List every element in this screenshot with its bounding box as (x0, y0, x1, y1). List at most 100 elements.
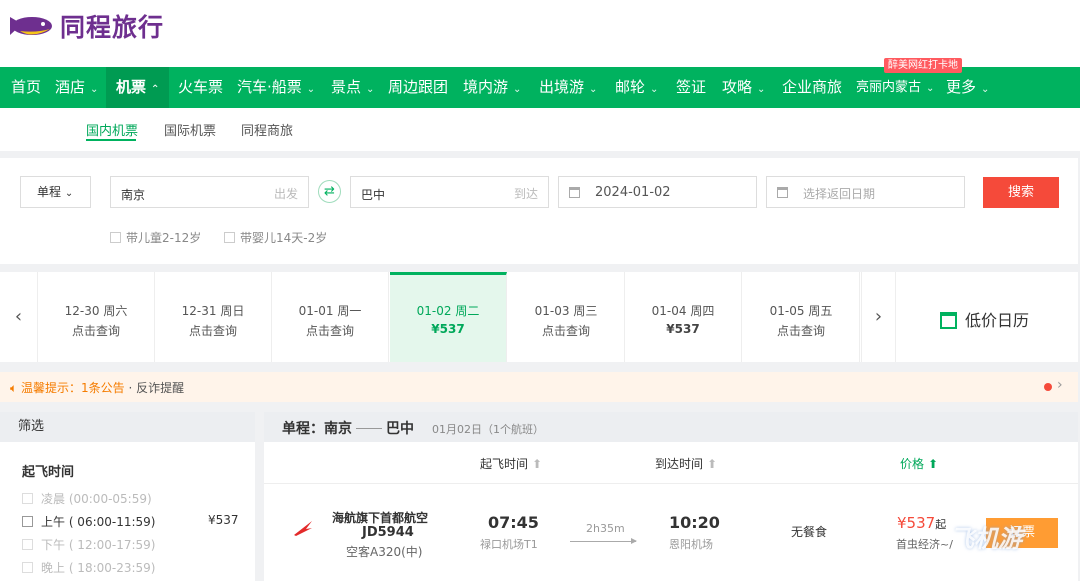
to-city-input[interactable]: 巴中 到达 (350, 176, 549, 208)
calendar-icon (569, 187, 580, 198)
from-city-input[interactable]: 南京 出发 (110, 176, 309, 208)
nav-business-travel[interactable]: 企业商旅 (782, 67, 842, 108)
date-cell[interactable]: 01-01 周一 点击查询 (272, 272, 389, 362)
chevron-down-icon: ⌄ (981, 84, 990, 95)
sort-by-arrive[interactable]: 到达时间 ⬆ (655, 455, 717, 472)
flying-fish-logo-icon (10, 17, 52, 35)
chevron-down-icon: ⌄ (650, 84, 659, 95)
flight-duration: 2h35m (586, 522, 625, 535)
nav-flights[interactable]: 机票 ⌃ (106, 67, 170, 108)
sort-bar: 起飞时间 ⬆ 到达时间 ⬆ 价格 ⬆ (264, 442, 1078, 484)
time-slot-checkbox: 凌晨 (00:00-05:59) (22, 490, 152, 507)
flight-search-panel: 单程 ⌄ 南京 出发 ⇄ 巴中 到达 2024-01-02 选择返回日期 搜索 … (0, 158, 1078, 264)
depart-date-value: 2024-01-02 (595, 185, 671, 200)
chevron-down-icon: ⌄ (306, 84, 316, 95)
arrow-up-icon: ⬆ (532, 457, 543, 471)
time-slot-checkbox[interactable]: 上午 ( 06:00-11:59) (22, 513, 156, 530)
date-cell[interactable]: 01-05 周五 点击查询 (743, 272, 860, 362)
chevron-down-icon: ⌄ (513, 84, 522, 95)
from-city-hint: 出发 (273, 187, 298, 201)
chevron-down-icon: ⌄ (64, 188, 74, 199)
nav-home[interactable]: 首页 (11, 67, 41, 108)
nav-bus-ship[interactable]: 汽车·船票 ⌄ (237, 67, 315, 108)
tab-domestic-flights[interactable]: 国内机票 (86, 120, 138, 139)
date-cell[interactable]: 01-03 周三 点击查询 (508, 272, 625, 362)
low-price-calendar-button[interactable]: 低价日历 (940, 307, 1029, 331)
notice-link[interactable]: 🔈︎ 温馨提示：1条公告 · 反诈提醒 (10, 379, 184, 396)
nav-hotel[interactable]: 酒店 ⌄ (55, 67, 98, 108)
chevron-right-icon[interactable]: › (1057, 377, 1063, 393)
watermark: 飞机游 (950, 525, 1022, 553)
nav-inner-mongolia[interactable]: 亮丽内蒙古 ⌄ (856, 67, 934, 108)
aircraft-type[interactable]: 空客A320(中) (346, 543, 422, 560)
flight-results: 单程：南京 巴中 01月02日（1个航班） 起飞时间 ⬆ 到达时间 ⬆ 价格 ⬆ 海航旗… (264, 412, 1078, 581)
nav-outbound-tours[interactable]: 出境游 ⌄ (539, 67, 597, 108)
date-cell[interactable]: 12-30 周六 点击查询 (38, 272, 155, 362)
chevron-down-icon: ⌄ (589, 84, 598, 95)
flight-number: JD5944 (362, 525, 414, 540)
time-slot-price: ¥537 (208, 513, 239, 527)
chevron-down-icon: ⌄ (366, 84, 375, 95)
filter-heading: 筛选 (0, 412, 255, 442)
depart-time-filter-title: 起飞时间 (22, 465, 75, 480)
notice-bar: 🔈︎ 温馨提示：1条公告 · 反诈提醒 › (0, 372, 1078, 402)
to-city-hint: 到达 (513, 187, 538, 201)
nav-cruise[interactable]: 邮轮 ⌄ (615, 67, 658, 108)
arrive-time: 10:20 (669, 513, 720, 532)
active-tab-indicator (86, 139, 136, 141)
brand-name: 同程旅行 (60, 13, 165, 42)
time-slot-checkbox: 晚上 ( 18:00-23:59) (22, 559, 156, 576)
swap-cities-icon[interactable]: ⇄ (318, 180, 341, 203)
chevron-up-icon: ⌃ (151, 84, 160, 95)
chevron-right-icon[interactable]: › (861, 272, 896, 362)
return-date-input[interactable]: 选择返回日期 (766, 176, 965, 208)
date-cell[interactable]: 01-04 周四 ¥537 (625, 272, 742, 362)
meal-info: 无餐食 (791, 525, 828, 539)
results-header: 单程：南京 巴中 01月02日（1个航班） (264, 412, 1078, 442)
chevron-down-icon: ⌄ (90, 84, 99, 95)
depart-airport: 禄口机场T1 (480, 538, 538, 551)
chevron-down-icon: ⌄ (757, 84, 766, 95)
nav-attractions[interactable]: 景点 ⌄ (331, 67, 374, 108)
nav-more[interactable]: 更多 ⌄ (946, 67, 989, 108)
infant-checkbox[interactable]: 带婴儿14天-2岁 (224, 229, 327, 246)
date-selector: ‹ 12-30 周六 点击查询 12-31 周日 点击查询 01-01 周一 点击查询… (0, 272, 1078, 362)
sort-by-depart[interactable]: 起飞时间 ⬆ (480, 455, 542, 472)
child-checkbox[interactable]: 带儿童2-12岁 (110, 229, 201, 246)
tab-business-travel[interactable]: 同程商旅 (241, 120, 293, 139)
filter-panel: 筛选 起飞时间 凌晨 (00:00-05:59) 上午 ( 06:00-11:5… (0, 412, 255, 581)
arrive-airport: 恩阳机场 (669, 538, 713, 551)
chevron-left-icon[interactable]: ‹ (0, 272, 38, 362)
nav-nearby-tours[interactable]: 周边跟团 (388, 67, 448, 108)
sort-by-price[interactable]: 价格 ⬆ (900, 455, 938, 472)
arrow-up-icon: ⬆ (928, 457, 939, 471)
checkbox-box (110, 232, 121, 243)
to-city-value: 巴中 (361, 188, 386, 202)
nav-domestic-tours[interactable]: 境内游 ⌄ (463, 67, 521, 108)
return-date-placeholder: 选择返回日期 (803, 187, 876, 201)
arrow-up-icon: ⬆ (707, 457, 718, 471)
time-slot-checkbox: 下午 ( 12:00-17:59) (22, 536, 156, 553)
site-logo[interactable]: 同程旅行 (6, 8, 164, 44)
calendar-icon (940, 312, 957, 329)
notice-dot (1044, 383, 1052, 391)
from-city-value: 南京 (121, 188, 146, 202)
checkbox-box (22, 516, 33, 527)
main-nav: 首页 酒店 ⌄ 机票 ⌃ 火车票 汽车·船票 ⌄ 景点 ⌄ 周边跟团 境内游 ⌄ 出境游 ⌄… (0, 67, 1080, 108)
speaker-icon: 🔈︎ (10, 381, 18, 395)
date-cell-selected[interactable]: 01-02 周二 ¥537 (390, 272, 507, 362)
search-button[interactable]: 搜索 (983, 177, 1059, 208)
tab-international-flights[interactable]: 国际机票 (164, 120, 216, 139)
sub-nav: 国内机票 国际机票 同程商旅 (0, 108, 1080, 151)
trip-type-select[interactable]: 单程 ⌄ (20, 176, 91, 208)
cabin-class: 首虫经济~/ (896, 538, 953, 551)
capital-airlines-logo-icon (294, 521, 312, 536)
nav-guides[interactable]: 攻略 ⌄ (722, 67, 765, 108)
nav-visa[interactable]: 签证 (676, 67, 706, 108)
nav-train[interactable]: 火车票 (178, 67, 223, 108)
checkbox-box (22, 493, 33, 504)
checkbox-box (224, 232, 235, 243)
date-cell[interactable]: 12-31 周日 点击查询 (155, 272, 272, 362)
depart-date-input[interactable]: 2024-01-02 (558, 176, 757, 208)
chevron-down-icon: ⌄ (926, 83, 935, 94)
